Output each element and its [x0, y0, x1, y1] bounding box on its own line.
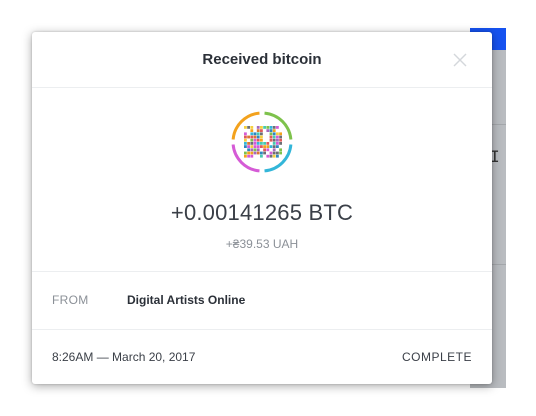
status-row: 8:26AM — March 20, 2017 COMPLETE	[32, 330, 492, 384]
close-button[interactable]	[450, 50, 470, 70]
close-icon	[453, 53, 467, 67]
modal-title: Received bitcoin	[202, 51, 322, 68]
transaction-timestamp: 8:26AM — March 20, 2017	[52, 350, 196, 364]
status-badge: COMPLETE	[401, 350, 472, 364]
from-label: FROM	[52, 293, 89, 307]
sender-avatar-icon	[230, 110, 294, 174]
crypto-amount: +0.00141265 BTC	[170, 200, 354, 225]
from-row: FROM Digital Artists Online	[32, 272, 492, 330]
fiat-amount: +₴39.53 UAH	[225, 237, 299, 251]
transaction-summary: +0.00141265 BTC +₴39.53 UAH	[32, 88, 492, 272]
from-value: Digital Artists Online	[127, 293, 246, 307]
transaction-modal: Received bitcoin +0.00141265 BTC +₴39.53…	[32, 32, 492, 384]
modal-header: Received bitcoin	[32, 32, 492, 88]
